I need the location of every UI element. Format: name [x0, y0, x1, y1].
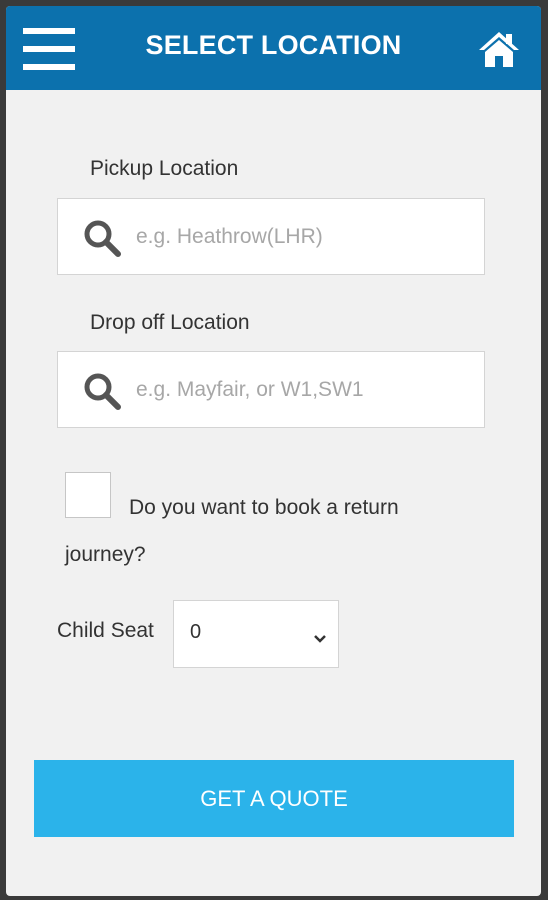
app-screen: SELECT LOCATION Pickup Location Drop off… [6, 6, 541, 896]
app-header: SELECT LOCATION [6, 6, 541, 90]
pickup-location-label: Pickup Location [90, 157, 239, 180]
child-seat-label: Child Seat [57, 619, 154, 642]
dropoff-location-input[interactable] [136, 352, 476, 427]
return-journey-label: Do you want to book a return journey? [65, 496, 399, 566]
hamburger-menu-icon[interactable] [23, 28, 75, 70]
get-quote-button[interactable]: GET A QUOTE [34, 760, 514, 837]
chevron-down-icon [313, 631, 327, 643]
pickup-location-input[interactable] [136, 199, 476, 274]
dropoff-location-label: Drop off Location [90, 311, 250, 334]
search-icon [83, 219, 123, 259]
child-seat-select[interactable]: 0 [173, 600, 339, 668]
child-seat-value: 0 [190, 621, 202, 643]
home-icon[interactable] [478, 30, 520, 68]
pickup-location-field[interactable] [57, 198, 485, 275]
dropoff-location-field[interactable] [57, 351, 485, 428]
page-title: SELECT LOCATION [145, 30, 402, 60]
search-icon [83, 372, 123, 412]
